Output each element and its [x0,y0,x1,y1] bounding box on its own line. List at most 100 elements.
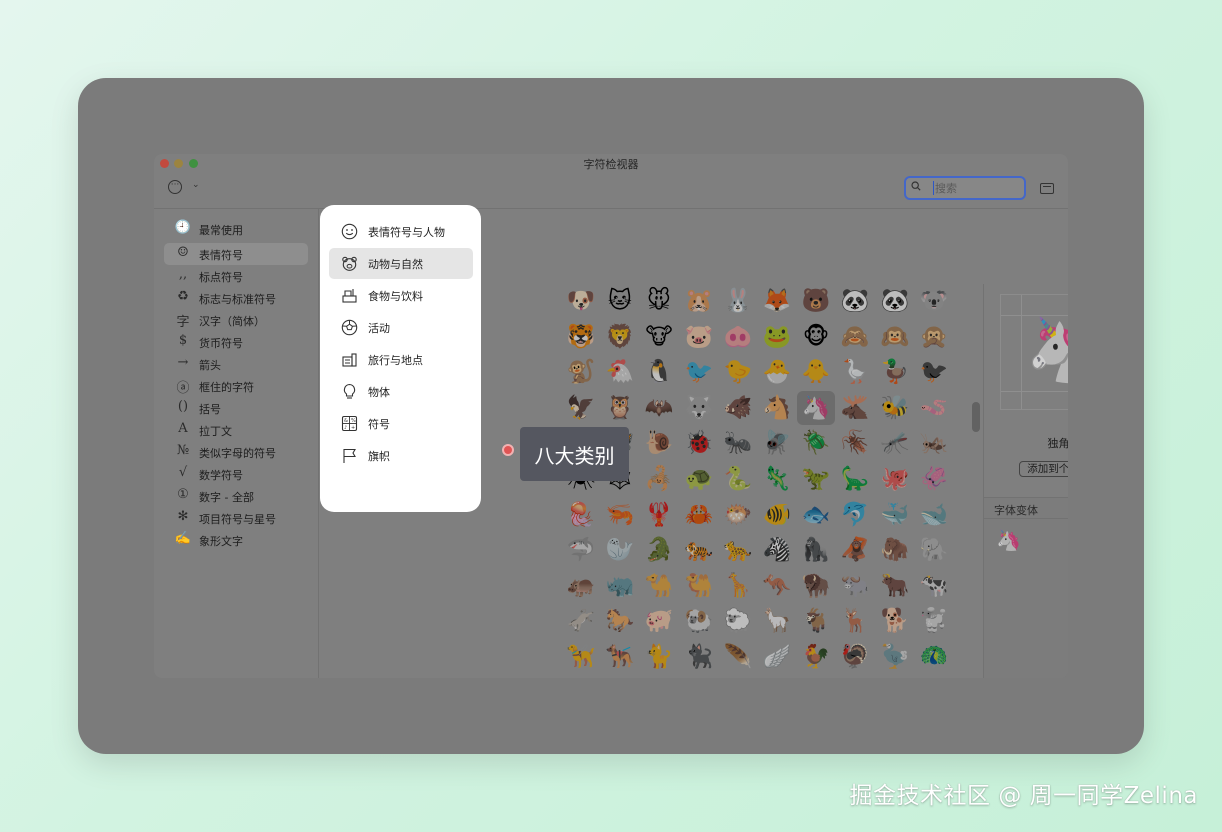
emoji-cell[interactable]: 🐢 [680,462,718,496]
emoji-cell[interactable]: 🐶 [562,284,600,318]
emoji-cell[interactable]: 🪼 [562,498,600,532]
category-item[interactable]: 动物与自然 [329,248,473,279]
chevron-down-icon[interactable]: ⌄ [192,180,200,190]
emoji-cell-selected[interactable]: 🦄 [797,391,835,425]
emoji-cell[interactable]: 🐈 [640,640,678,674]
emoji-cell[interactable]: 🐌 [640,426,678,460]
emoji-cell[interactable]: 🐵 [797,320,835,354]
emoji-cell[interactable]: 🦘 [758,569,796,603]
search-field[interactable]: 搜索 [904,176,1026,200]
emoji-cell[interactable]: 🐦 [680,355,718,389]
emoji-cell[interactable]: 🪳 [836,426,874,460]
emoji-cell[interactable]: 🦅 [562,391,600,425]
emoji-cell[interactable]: 🦫 [876,676,914,678]
emoji-cell[interactable]: 🦉 [601,391,639,425]
emoji-cell[interactable]: 🐋 [915,498,953,532]
sidebar-item[interactable]: ,, 标点符号 [164,265,308,287]
emoji-cell[interactable]: 🦣 [876,533,914,567]
emoji-cell[interactable]: 🐙 [876,462,914,496]
sidebar-item[interactable]: ✍ 象形文字 [164,529,308,551]
emoji-cell[interactable]: 🦩 [640,676,678,678]
emoji-cell[interactable]: 🐟 [797,498,835,532]
category-item[interactable]: &% ♪ + 符号 [329,408,473,439]
emoji-cell[interactable]: 🐣 [758,355,796,389]
emoji-cell[interactable]: 🐴 [758,391,796,425]
emoji-cell[interactable]: 🦃 [836,640,874,674]
emoji-cell[interactable]: 🐧 [640,355,678,389]
emoji-cell[interactable]: 🐝 [876,391,914,425]
emoji-cell[interactable]: 🐎 [601,604,639,638]
emoji-cell[interactable]: 🦡 [836,676,874,678]
sidebar-item[interactable]: () 括号 [164,397,308,419]
sidebar-item[interactable]: 🕘 最常使用 [164,218,308,240]
emoji-cell[interactable]: 🦞 [640,498,678,532]
emoji-cell[interactable]: 🐅 [680,533,718,567]
emoji-cell[interactable]: 🐱 [601,284,639,318]
emoji-cell[interactable]: 🦬 [797,569,835,603]
emoji-cell[interactable]: 🦝 [758,676,796,678]
emoji-cell[interactable]: 🙊 [915,320,953,354]
emoji-cell[interactable]: 🐗 [719,391,757,425]
emoji-cell[interactable]: 🦌 [836,604,874,638]
emoji-cell[interactable]: 🦍 [797,533,835,567]
emoji-cell[interactable]: 🐐 [797,604,835,638]
emoji-cell[interactable]: 🦦 [915,676,953,678]
emoji-cell[interactable]: 🐕 [876,604,914,638]
emoji-cell[interactable]: 🐭 [640,284,678,318]
emoji-cell[interactable]: 🦚 [915,640,953,674]
emoji-cell[interactable]: 🦗 [915,426,953,460]
category-item[interactable]: 食物与饮料 [329,280,473,311]
emoji-cell[interactable]: 🫏 [562,604,600,638]
emoji-cell[interactable]: 🐯 [562,320,600,354]
emoji-cell[interactable]: 🦒 [719,569,757,603]
emoji-cell[interactable]: 🪶 [719,640,757,674]
sidebar-item[interactable]: $ 货币符号 [164,331,308,353]
emoji-cell[interactable]: 🐠 [758,498,796,532]
emoji-cell[interactable]: 🐺 [680,391,718,425]
emoji-cell[interactable]: 🐹 [680,284,718,318]
emoji-cell[interactable]: 🙈 [836,320,874,354]
emoji-cell[interactable]: 🐔 [601,355,639,389]
emoji-cell[interactable]: 🐂 [876,569,914,603]
sidebar-item[interactable]: ☺ 表情符号 [164,243,308,265]
category-item[interactable]: 物体 [329,376,473,407]
emoji-cell[interactable]: 🦛 [562,569,600,603]
emoji-cell[interactable]: 🦀 [680,498,718,532]
emoji-cell[interactable]: 🦜 [562,676,600,678]
emoji-cell[interactable]: 🦕 [836,462,874,496]
emoji-cell[interactable]: 🦇 [640,391,678,425]
emoji-cell[interactable]: 🐩 [915,604,953,638]
sidebar-item[interactable]: 字汉字（简体） [164,309,308,331]
emoji-cell[interactable]: 🦨 [797,676,835,678]
emoji-cell[interactable]: 🦏 [601,569,639,603]
emoji-cell[interactable]: 🐇 [719,676,757,678]
emoji-cell[interactable]: 🐒 [562,355,600,389]
emoji-cell[interactable]: 🪱 [915,391,953,425]
emoji-cell[interactable]: 🪲 [797,426,835,460]
emoji-cell[interactable]: 🐄 [915,569,953,603]
emoji-cell[interactable]: 🪽 [758,640,796,674]
sidebar-item[interactable]: ✻ 项目符号与星号 [164,507,308,529]
emoji-cell[interactable]: 🫎 [836,391,874,425]
sidebar-item[interactable]: → 箭头 [164,353,308,375]
emoji-cell[interactable]: 🦐 [601,498,639,532]
emoji-cell[interactable]: 🪰 [758,426,796,460]
emoji-cell[interactable]: 🦈 [562,533,600,567]
emoji-cell[interactable]: 🙉 [876,320,914,354]
emoji-cell[interactable]: 🦆 [876,355,914,389]
emoji-cell[interactable]: 🐘 [915,533,953,567]
emoji-cell[interactable]: 🐰 [719,284,757,318]
category-item[interactable]: 旗帜 [329,440,473,471]
emoji-cell[interactable]: 🪿 [836,355,874,389]
sidebar-item[interactable]: A 拉丁文 [164,419,308,441]
emoji-cell[interactable]: 🐪 [640,569,678,603]
emoji-cell[interactable]: 🐥 [797,355,835,389]
scrollbar-thumb[interactable] [972,402,980,432]
emoji-cell[interactable]: 🐏 [680,604,718,638]
emoji-cell[interactable]: 🐃 [836,569,874,603]
sidebar-item[interactable]: √ 数学符号 [164,463,308,485]
sidebar-item[interactable]: ① 数字 - 全部 [164,485,308,507]
emoji-cell[interactable]: 🐦‍⬛ [915,355,953,389]
emoji-cell[interactable]: 🦊 [758,284,796,318]
emoji-cell[interactable]: 🐳 [876,498,914,532]
